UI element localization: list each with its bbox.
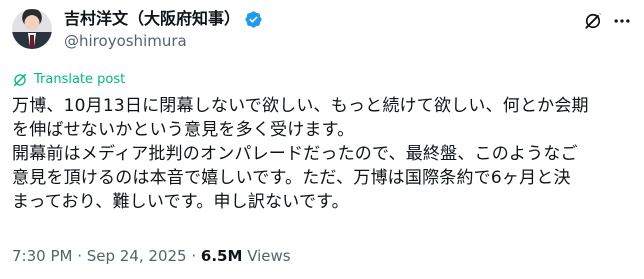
avatar-tie — [30, 35, 34, 49]
tweet-time[interactable]: 7:30 PM — [12, 247, 72, 265]
meta-separator-2: · — [186, 247, 201, 265]
translate-post-link[interactable]: Translate post — [12, 72, 125, 88]
author-handle[interactable]: @hiroyoshimura — [64, 31, 187, 51]
verified-badge-icon — [245, 10, 262, 28]
grok-slash-icon[interactable] — [583, 11, 603, 31]
tweet-text: 万博、10月13日に閉幕しないで欲しい、もっと続けて欲しい、何とか会期 を伸ばせ… — [12, 96, 589, 212]
avatar[interactable] — [12, 9, 52, 49]
views-count[interactable]: 6.5M — [201, 247, 243, 265]
author-name-row: 吉村洋文（大阪府知事） — [64, 9, 263, 29]
tweet-date[interactable]: Sep 24, 2025 — [87, 247, 187, 265]
translate-icon — [13, 73, 27, 87]
author-display-name[interactable]: 吉村洋文（大阪府知事） — [64, 9, 240, 29]
tweet-meta: 7:30 PM · Sep 24, 2025 · 6.5M Views — [12, 246, 291, 266]
more-dots-icon[interactable] — [612, 11, 632, 31]
translate-post-label: Translate post — [34, 72, 126, 87]
meta-separator: · — [72, 247, 87, 265]
views-label: Views — [242, 247, 291, 265]
